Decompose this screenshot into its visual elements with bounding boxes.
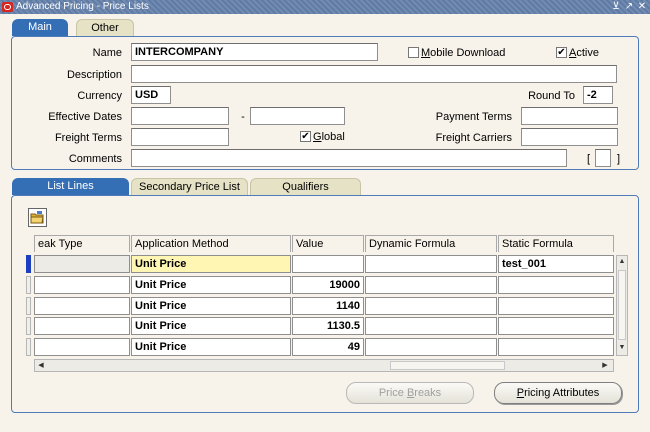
horizontal-scroll-thumb[interactable] bbox=[390, 361, 505, 370]
mobile-download-checkbox[interactable] bbox=[408, 47, 419, 58]
currency-field[interactable]: USD bbox=[131, 86, 171, 104]
scroll-up-icon[interactable]: ▲ bbox=[617, 258, 627, 265]
global-checkbox[interactable]: ✔ bbox=[300, 131, 311, 142]
oracle-app-icon bbox=[2, 2, 13, 12]
name-field[interactable]: INTERCOMPANY bbox=[131, 43, 378, 61]
row-indicator[interactable] bbox=[26, 317, 31, 335]
round-to-field[interactable]: -2 bbox=[583, 86, 613, 104]
payment-terms-label: Payment Terms bbox=[435, 111, 512, 123]
cell-break-type[interactable] bbox=[34, 338, 130, 356]
tab-qualifiers[interactable]: Qualifiers bbox=[250, 178, 361, 195]
cell-break-type[interactable] bbox=[34, 276, 130, 294]
effective-date-to-field[interactable] bbox=[250, 107, 345, 125]
description-label: Description bbox=[66, 69, 122, 81]
cell-value[interactable]: 19000 bbox=[292, 276, 364, 294]
cell-break-type[interactable] bbox=[34, 297, 130, 315]
tab-list-lines[interactable]: List Lines bbox=[12, 178, 129, 195]
column-header-break-type: eak Type bbox=[34, 235, 130, 252]
cell-static-formula[interactable] bbox=[498, 338, 614, 356]
freight-carriers-field[interactable] bbox=[521, 128, 618, 146]
cell-application-method[interactable]: Unit Price bbox=[131, 317, 291, 335]
round-to-label: Round To bbox=[528, 90, 575, 102]
cell-static-formula[interactable] bbox=[498, 317, 614, 335]
tab-other[interactable]: Other bbox=[76, 19, 134, 36]
price-breaks-button[interactable]: Price Breaks bbox=[346, 382, 474, 404]
effective-date-from-field[interactable] bbox=[131, 107, 229, 125]
vertical-scrollbar[interactable]: ▲ ▼ bbox=[616, 255, 628, 356]
maximize-icon[interactable]: ↗ bbox=[624, 1, 634, 13]
window-titlebar: Advanced Pricing - Price Lists ⊻ ↗ ✕ bbox=[0, 0, 650, 14]
cell-break-type[interactable] bbox=[34, 317, 130, 335]
row-indicator[interactable] bbox=[26, 297, 31, 315]
freight-terms-label: Freight Terms bbox=[54, 132, 122, 144]
close-icon[interactable]: ✕ bbox=[637, 1, 647, 13]
freight-terms-field[interactable] bbox=[131, 128, 229, 146]
cell-dynamic-formula[interactable] bbox=[365, 338, 497, 356]
currency-label: Currency bbox=[77, 90, 122, 102]
freight-carriers-label: Freight Carriers bbox=[435, 132, 512, 144]
cell-value[interactable]: 1140 bbox=[292, 297, 364, 315]
cell-application-method[interactable]: Unit Price bbox=[131, 255, 291, 273]
descriptive-flexfield[interactable] bbox=[595, 149, 611, 167]
cell-static-formula[interactable]: test_001 bbox=[498, 255, 614, 273]
comments-label: Comments bbox=[68, 153, 122, 165]
tab-secondary-price-list[interactable]: Secondary Price List bbox=[131, 178, 248, 195]
cell-application-method[interactable]: Unit Price bbox=[131, 338, 291, 356]
pricing-attributes-button[interactable]: Pricing Attributes bbox=[494, 382, 622, 404]
cell-value[interactable]: 49 bbox=[292, 338, 364, 356]
window-title: Advanced Pricing - Price Lists bbox=[16, 1, 149, 12]
scroll-left-icon[interactable]: ◀ bbox=[37, 361, 45, 369]
date-separator: - bbox=[241, 111, 245, 123]
column-header-application-method: Application Method bbox=[131, 235, 291, 252]
cell-break-type[interactable] bbox=[34, 255, 130, 273]
cell-static-formula[interactable] bbox=[498, 297, 614, 315]
active-label: Active bbox=[569, 47, 599, 59]
cell-dynamic-formula[interactable] bbox=[365, 276, 497, 294]
bracket-close: ] bbox=[616, 153, 620, 165]
description-field[interactable] bbox=[131, 65, 617, 83]
effective-dates-label: Effective Dates bbox=[48, 111, 122, 123]
vertical-scroll-thumb[interactable] bbox=[618, 270, 626, 340]
cell-application-method[interactable]: Unit Price bbox=[131, 276, 291, 294]
cell-dynamic-formula[interactable] bbox=[365, 297, 497, 315]
comments-field[interactable] bbox=[131, 149, 567, 167]
cell-value[interactable] bbox=[292, 255, 364, 273]
cell-dynamic-formula[interactable] bbox=[365, 317, 497, 335]
scroll-down-icon[interactable]: ▼ bbox=[617, 344, 627, 351]
row-indicator[interactable] bbox=[26, 276, 31, 294]
folder-icon bbox=[30, 211, 44, 224]
cell-application-method[interactable]: Unit Price bbox=[131, 297, 291, 315]
cell-dynamic-formula[interactable] bbox=[365, 255, 497, 273]
mobile-download-label: Mobile Download bbox=[421, 47, 506, 59]
bracket-open: [ bbox=[586, 153, 590, 165]
tab-main[interactable]: Main bbox=[12, 19, 68, 36]
cell-value[interactable]: 1130.5 bbox=[292, 317, 364, 335]
column-header-static-formula: Static Formula bbox=[498, 235, 614, 252]
row-indicator[interactable] bbox=[26, 338, 31, 356]
cell-static-formula[interactable] bbox=[498, 276, 614, 294]
global-label: Global bbox=[313, 131, 345, 143]
horizontal-scrollbar[interactable]: ◀ ▶ bbox=[34, 359, 614, 372]
folder-tools-button[interactable] bbox=[28, 208, 47, 227]
column-header-dynamic-formula: Dynamic Formula bbox=[365, 235, 497, 252]
column-header-value: Value bbox=[292, 235, 364, 252]
minimize-icon[interactable]: ⊻ bbox=[611, 1, 621, 13]
row-indicator[interactable] bbox=[26, 255, 31, 273]
payment-terms-field[interactable] bbox=[521, 107, 618, 125]
name-label: Name bbox=[92, 47, 122, 59]
scroll-right-icon[interactable]: ▶ bbox=[601, 361, 609, 369]
active-checkbox[interactable]: ✔ bbox=[556, 47, 567, 58]
